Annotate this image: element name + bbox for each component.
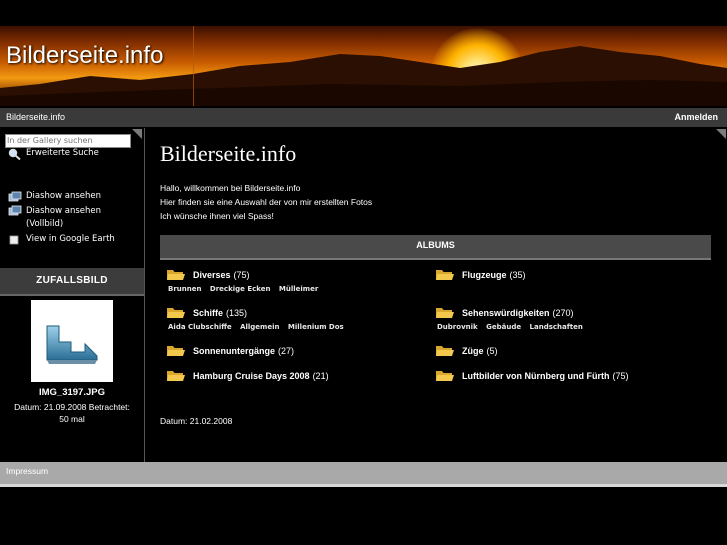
intro-line-1: Hallo, willkommen bei Bilderseite.info [160, 183, 301, 193]
album-name: Sehenswürdigkeiten [462, 307, 550, 318]
folder-icon [167, 371, 185, 381]
album-diverses[interactable]: Diverses (75) [167, 269, 250, 280]
google-earth-icon [9, 235, 19, 245]
album-luftbilder[interactable]: Luftbilder von Nürnberg und Fürth (75) [436, 370, 629, 381]
subalbum-link[interactable]: Dubrovnik [437, 323, 478, 331]
intro-line-2: Hier finden sie eine Auswahl der von mir… [160, 197, 373, 207]
slideshow-fullscreen-link[interactable]: Diashow ansehen (Vollbild) [8, 205, 101, 231]
subalbum-link[interactable]: Mülleimer [279, 285, 318, 293]
random-image-info-line1: Datum: 21.09.2008 Betrachtet: [14, 402, 130, 412]
login-link[interactable]: Anmelden [674, 108, 718, 127]
slideshow-link[interactable]: Diashow ansehen [8, 191, 101, 203]
page-title: Bilderseite.info [160, 141, 297, 166]
album-schiffe[interactable]: Schiffe (135) [167, 307, 247, 318]
random-image-heading: ZUFALLSBILD [0, 268, 144, 296]
album-count: (75) [233, 269, 250, 280]
album-name: Luftbilder von Nürnberg und Fürth [462, 370, 610, 381]
folder-icon [436, 371, 454, 381]
subalbum-link[interactable]: Allgemein [240, 323, 279, 331]
album-hamburg-cruise-days[interactable]: Hamburg Cruise Days 2008 (21) [167, 370, 329, 381]
album-name: Sonnenuntergänge [193, 345, 276, 356]
album-count: (35) [509, 269, 526, 280]
slideshow-fullscreen-label-2: (Vollbild) [26, 219, 64, 229]
album-sehenswuerdigkeiten-subalbums: Dubrovnik Gebäude Landschaften [437, 323, 589, 331]
folder-icon [436, 270, 454, 280]
subalbum-link[interactable]: Millenium Dos [288, 323, 344, 331]
main-corner-decoration [716, 129, 726, 139]
subalbum-link[interactable]: Aida Clubschiffe [168, 323, 232, 331]
slideshow-icon [8, 191, 22, 202]
top-nav-bar: Bilderseite.info Anmelden [0, 108, 727, 127]
intro-line-3: Ich wünsche ihnen viel Spass! [160, 211, 274, 221]
subalbum-link[interactable]: Brunnen [168, 285, 201, 293]
page-date: Datum: 21.02.2008 [160, 416, 233, 426]
album-count: (135) [226, 307, 248, 318]
album-count: (21) [312, 370, 329, 381]
banner-divider [193, 26, 194, 106]
album-name: Hamburg Cruise Days 2008 [193, 370, 310, 381]
sidebar-corner-decoration [132, 129, 142, 139]
album-flugzeuge[interactable]: Flugzeuge (35) [436, 269, 526, 280]
album-count: (27) [278, 345, 295, 356]
subalbum-link[interactable]: Landschaften [530, 323, 583, 331]
album-name: Züge [462, 345, 484, 356]
album-count: (5) [486, 345, 498, 356]
album-name: Schiffe [193, 307, 224, 318]
album-diverses-subalbums: Brunnen Dreckige Ecken Mülleimer [168, 285, 324, 293]
impressum-link[interactable]: Impressum [6, 466, 48, 476]
home-link[interactable]: Bilderseite.info [6, 108, 65, 127]
magnifier-icon [8, 148, 21, 160]
site-title[interactable]: Bilderseite.info [6, 42, 163, 70]
folder-icon [167, 270, 185, 280]
header-banner: Bilderseite.info [0, 26, 727, 106]
google-earth-label: View in Google Earth [26, 234, 115, 244]
random-image-name[interactable]: IMG_3197.JPG [0, 387, 144, 398]
folder-icon [167, 346, 185, 356]
folder-icon [167, 308, 185, 318]
folder-icon [436, 308, 454, 318]
folder-icon [436, 346, 454, 356]
album-zuege[interactable]: Züge (5) [436, 345, 498, 356]
search-input[interactable] [5, 134, 131, 148]
slideshow-fullscreen-label-1: Diashow ansehen [26, 206, 102, 216]
random-image-thumbnail[interactable] [31, 300, 113, 382]
album-count: (270) [552, 307, 574, 318]
subalbum-link[interactable]: Dreckige Ecken [210, 285, 271, 293]
advanced-search-label: Erweiterte Suche [26, 148, 99, 158]
album-sehenswuerdigkeiten[interactable]: Sehenswürdigkeiten (270) [436, 307, 574, 318]
album-schiffe-subalbums: Aida Clubschiffe Allgemein Millenium Dos [168, 323, 350, 331]
random-image-info: Datum: 21.09.2008 Betrachtet: 50 mal [0, 401, 144, 425]
subalbum-link[interactable]: Gebäude [486, 323, 521, 331]
album-sonnenuntergaenge[interactable]: Sonnenuntergänge (27) [167, 345, 294, 356]
footer-bar: Impressum [0, 462, 727, 487]
random-image-info-line2: 50 mal [59, 414, 85, 424]
slideshow-fullscreen-icon [8, 205, 22, 216]
album-name: Flugzeuge [462, 269, 507, 280]
google-earth-link[interactable]: View in Google Earth [8, 234, 115, 246]
advanced-search-link[interactable]: Erweiterte Suche [8, 148, 99, 160]
album-count: (75) [612, 370, 629, 381]
image-thumbnail-graphic [46, 325, 98, 364]
slideshow-label: Diashow ansehen [26, 191, 102, 201]
albums-heading: ALBUMS [160, 235, 711, 260]
album-name: Diverses [193, 269, 231, 280]
